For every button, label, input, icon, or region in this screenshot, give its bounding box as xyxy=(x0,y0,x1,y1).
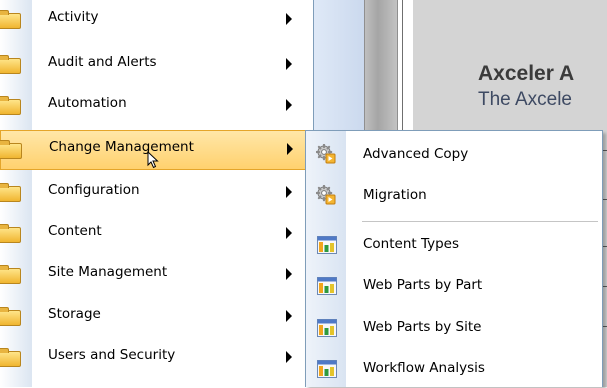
gear-icon xyxy=(316,144,336,164)
menu-item-users-and-security[interactable]: Users and Security xyxy=(0,338,311,378)
menu-item-content[interactable]: Content xyxy=(0,214,311,254)
menu-item-label: Content xyxy=(48,223,102,239)
menu-item-label: Automation xyxy=(48,95,127,111)
menu-item-label: Change Management xyxy=(49,139,194,155)
menu-item-label: Audit and Alerts xyxy=(48,54,157,70)
submenu-item-label: Web Parts by Part xyxy=(363,277,483,293)
submenu-item-workflow-analysis[interactable]: Workflow Analysis xyxy=(306,348,602,388)
submenu-item-label: Workflow Analysis xyxy=(363,360,485,376)
submenu-item-label: Migration xyxy=(363,187,427,203)
menu-item-label: Configuration xyxy=(48,182,140,198)
submenu-arrow-icon xyxy=(286,186,292,198)
menu-item-audit-and-alerts[interactable]: Audit and Alerts xyxy=(0,45,311,85)
folder-icon xyxy=(0,10,21,29)
folder-icon xyxy=(0,224,21,243)
submenu-arrow-icon xyxy=(286,310,292,322)
menu-item-label: Storage xyxy=(48,306,101,322)
folder-icon xyxy=(0,55,21,74)
mouse-cursor-icon xyxy=(147,151,159,169)
submenu-arrow-icon xyxy=(286,268,292,280)
submenu-arrow-icon xyxy=(286,58,292,70)
folder-icon xyxy=(0,96,21,115)
submenu-arrow-icon xyxy=(286,99,292,111)
submenu-arrow-icon xyxy=(287,143,293,155)
report-icon xyxy=(317,319,337,337)
submenu-arrow-icon xyxy=(286,351,292,363)
submenu-item-label: Advanced Copy xyxy=(363,146,469,162)
submenu-item-web-parts-by-site[interactable]: Web Parts by Site xyxy=(306,307,602,347)
submenu-separator xyxy=(362,221,598,222)
submenu-item-content-types[interactable]: Content Types xyxy=(306,224,602,264)
folder-icon xyxy=(0,307,21,326)
report-icon xyxy=(317,360,337,378)
submenu-item-web-parts-by-part[interactable]: Web Parts by Part xyxy=(306,265,602,305)
report-icon xyxy=(317,277,337,295)
submenu-item-migration[interactable]: Migration xyxy=(306,175,602,215)
main-menu: Activity Audit and Alerts Automation Cha… xyxy=(0,0,314,387)
report-icon xyxy=(317,236,337,254)
menu-item-label: Site Management xyxy=(48,264,168,280)
submenu-item-label: Content Types xyxy=(363,236,460,252)
submenu-item-advanced-copy[interactable]: Advanced Copy xyxy=(306,134,602,174)
folder-icon xyxy=(0,140,22,159)
menu-item-storage[interactable]: Storage xyxy=(0,297,311,337)
page-title: Axceler A xyxy=(478,62,575,85)
gear-icon xyxy=(316,185,336,205)
menu-item-automation[interactable]: Automation xyxy=(0,86,311,126)
submenu-item-label: Web Parts by Site xyxy=(363,319,482,335)
menu-item-label: Users and Security xyxy=(48,347,176,363)
folder-icon xyxy=(0,265,21,284)
submenu-arrow-icon xyxy=(286,227,292,239)
change-management-submenu: Advanced Copy Migration Content Types We… xyxy=(305,130,603,387)
menu-item-configuration[interactable]: Configuration xyxy=(0,173,311,213)
submenu-arrow-icon xyxy=(286,13,292,25)
folder-icon xyxy=(0,183,21,202)
folder-icon xyxy=(0,348,21,367)
menu-item-label: Activity xyxy=(48,9,99,25)
page-subtitle: The Axcele xyxy=(478,89,572,110)
menu-item-activity[interactable]: Activity xyxy=(0,0,311,40)
menu-item-site-management[interactable]: Site Management xyxy=(0,255,311,295)
